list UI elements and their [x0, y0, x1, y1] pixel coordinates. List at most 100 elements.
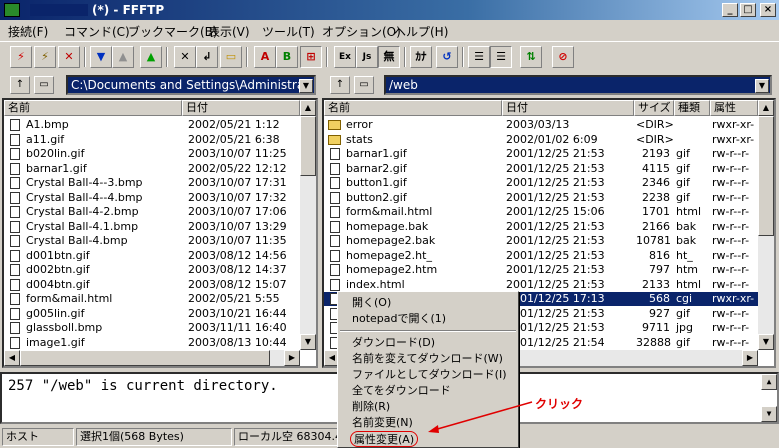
remote-file-row[interactable]: homepage2.htm 2001/12/25 21:53 797 htm rw-r-… [324, 263, 758, 277]
delete-icon[interactable]: ✕ [174, 46, 196, 68]
mirror-upload-icon[interactable]: ▲ [140, 46, 162, 68]
detail-view-icon[interactable]: ☰ [490, 46, 512, 68]
remote-file-row[interactable]: homepage.bak 2001/12/25 21:53 2166 bak rw-r-… [324, 220, 758, 234]
disconnect-icon[interactable]: ✕ [58, 46, 80, 68]
rename-icon[interactable]: ↲ [196, 46, 218, 68]
local-file-row[interactable]: b020lin.gif 2003/10/07 11:25 [4, 147, 300, 161]
menu-command[interactable]: コマンド(C) [64, 23, 130, 40]
remote-col-name[interactable]: 名前 [324, 100, 502, 116]
local-file-row[interactable]: Crystal Ball-4.bmp 2003/10/07 11:35 [4, 234, 300, 248]
download-arrow-icon[interactable]: ▼ [90, 46, 112, 68]
mkdir-icon[interactable]: ▭ [220, 46, 242, 68]
remote-col-date[interactable]: 日付 [502, 100, 634, 116]
remote-file-row[interactable]: button2.gif 2001/12/25 21:53 2238 gif rw-r--… [324, 191, 758, 205]
local-file-row[interactable]: d004btn.gif 2003/08/12 15:07 [4, 278, 300, 292]
local-open-folder-icon[interactable]: ▭ [34, 76, 54, 94]
remote-vertical-scrollbar[interactable]: ▲ ▼ [758, 100, 774, 350]
scroll-thumb[interactable] [20, 350, 270, 366]
scroll-left-icon[interactable]: ◀ [4, 350, 20, 366]
list-view-icon[interactable]: ☰ [468, 46, 490, 68]
ascii-mode-icon[interactable]: A [254, 46, 276, 68]
binary-mode-icon[interactable]: B [276, 46, 298, 68]
remote-open-folder-icon[interactable]: ▭ [354, 76, 374, 94]
menu-item-delete[interactable]: 削除(R) [352, 399, 390, 415]
local-file-row[interactable]: Crystal Ball-4--4.bmp 2003/10/07 17:32 [4, 191, 300, 205]
jis-icon[interactable]: Js [356, 46, 378, 68]
auto-mode-icon[interactable]: ⊞ [300, 46, 322, 68]
file-date: 2002/05/22 12:12 [188, 161, 287, 175]
refresh-icon[interactable]: ↺ [436, 46, 458, 68]
local-file-row[interactable]: a11.gif 2002/05/21 6:38 [4, 133, 300, 147]
remote-col-size[interactable]: サイズ [634, 100, 674, 116]
minimize-button[interactable]: _ [722, 3, 738, 17]
upload-arrow-icon[interactable]: ▲ [112, 46, 134, 68]
local-horizontal-scrollbar[interactable]: ◀ ▶ [4, 350, 300, 366]
remote-file-row[interactable]: homepage2.ht_ 2001/12/25 21:53 816 ht_ rw-r-… [324, 249, 758, 263]
log-scroll-down-icon[interactable]: ▼ [761, 406, 777, 422]
scroll-down-icon[interactable]: ▼ [758, 334, 774, 350]
remote-file-row[interactable]: form&mail.html 2001/12/25 15:06 1701 html rw… [324, 205, 758, 219]
local-file-list[interactable]: 名前 日付 A1.bmp 2002/05/21 1:12 a11.gif 2002/0… [2, 98, 318, 368]
scroll-right-icon[interactable]: ▶ [284, 350, 300, 366]
local-file-row[interactable]: Crystal Ball-4-2.bmp 2003/10/07 17:06 [4, 205, 300, 219]
remote-file-row[interactable]: button1.gif 2001/12/25 21:53 2346 gif rw-r--… [324, 176, 758, 190]
local-file-row[interactable]: glassboll.bmp 2003/11/11 16:40 [4, 321, 300, 335]
quick-connect-icon[interactable]: ⚡ [34, 46, 56, 68]
local-col-date[interactable]: 日付 [182, 100, 300, 116]
scroll-down-icon[interactable]: ▼ [300, 334, 316, 350]
local-file-row[interactable]: g005lin.gif 2003/10/21 16:44 [4, 307, 300, 321]
local-file-row[interactable]: form&mail.html 2002/05/21 5:55 [4, 292, 300, 306]
remote-file-row[interactable]: error 2003/03/13 <DIR> rwxr-xr- [324, 118, 758, 132]
eucjp-icon[interactable]: Ex [334, 46, 356, 68]
log-scroll-up-icon[interactable]: ▲ [761, 374, 777, 390]
sync-folder-icon[interactable]: ⇅ [520, 46, 542, 68]
local-file-row[interactable]: A1.bmp 2002/05/21 1:12 [4, 118, 300, 132]
remote-col-type[interactable]: 種類 [674, 100, 710, 116]
remote-col-attr[interactable]: 属性 [710, 100, 758, 116]
local-file-row[interactable]: d001btn.gif 2003/08/12 14:56 [4, 249, 300, 263]
close-button[interactable]: × [760, 3, 776, 17]
local-vertical-scrollbar[interactable]: ▲ ▼ [300, 100, 316, 350]
menu-item-open-notepad[interactable]: notepadで開く(1) [352, 311, 446, 327]
local-file-row[interactable]: Crystal Ball-4.1.bmp 2003/10/07 13:29 [4, 220, 300, 234]
scroll-up-icon[interactable]: ▲ [758, 100, 774, 116]
remote-path-dropdown-icon[interactable]: ▼ [755, 79, 769, 93]
menu-item-download-as-file[interactable]: ファイルとしてダウンロード(I) [352, 367, 507, 383]
no-conversion-icon[interactable]: 無 [378, 46, 400, 68]
menu-item-download-all[interactable]: 全てをダウンロード [352, 383, 451, 399]
menu-bookmark[interactable]: ブックマーク(B) [128, 23, 218, 40]
connect-icon[interactable]: ⚡ [10, 46, 32, 68]
kana-conversion-icon[interactable]: ｶﾅ [410, 46, 432, 68]
scroll-thumb[interactable] [300, 116, 316, 176]
remote-file-row[interactable]: index.html 2001/12/25 21:53 2133 html rw-r--… [324, 278, 758, 292]
remote-file-row[interactable]: homepage2.bak 2001/12/25 21:53 10781 bak rw-… [324, 234, 758, 248]
remote-file-row[interactable]: stats 2002/01/02 6:09 <DIR> rwxr-xr- [324, 133, 758, 147]
scroll-right-icon[interactable]: ▶ [742, 350, 758, 366]
menu-options[interactable]: オプション(O) [322, 23, 401, 40]
menu-tools[interactable]: ツール(T) [262, 23, 315, 40]
menu-item-open[interactable]: 開く(O) [352, 295, 391, 311]
menu-item-rename[interactable]: 名前変更(N) [352, 415, 413, 431]
local-col-name[interactable]: 名前 [4, 100, 182, 116]
local-up-folder-icon[interactable]: ↑ [10, 76, 30, 94]
scroll-thumb[interactable] [758, 116, 774, 236]
menu-item-rename-download[interactable]: 名前を変えてダウンロード(W) [352, 351, 503, 367]
local-path-field[interactable]: C:\Documents and Settings\Administra ▼ [66, 75, 316, 95]
local-file-row[interactable]: image1.gif 2003/08/13 10:44 [4, 336, 300, 350]
local-file-row[interactable]: barnar1.gif 2002/05/22 12:12 [4, 162, 300, 176]
menu-help[interactable]: ヘルプ(H) [394, 23, 448, 40]
local-file-row[interactable]: Crystal Ball-4--3.bmp 2003/10/07 17:31 [4, 176, 300, 190]
maximize-button[interactable]: □ [740, 3, 756, 17]
menu-connect[interactable]: 接続(F) [8, 23, 48, 40]
remote-path-field[interactable]: /web ▼ [384, 75, 772, 95]
remote-up-folder-icon[interactable]: ↑ [330, 76, 350, 94]
stop-icon[interactable]: ⊘ [552, 46, 574, 68]
scroll-up-icon[interactable]: ▲ [300, 100, 316, 116]
menu-item-change-attributes[interactable]: 属性変更(A) [350, 431, 419, 447]
local-path-dropdown-icon[interactable]: ▼ [299, 79, 313, 93]
remote-file-row[interactable]: barnar1.gif 2001/12/25 21:53 2193 gif rw-r--… [324, 147, 758, 161]
remote-file-row[interactable]: barnar2.gif 2001/12/25 21:53 4115 gif rw-r--… [324, 162, 758, 176]
menu-item-download[interactable]: ダウンロード(D) [352, 335, 435, 351]
local-file-row[interactable]: d002btn.gif 2003/08/12 14:37 [4, 263, 300, 277]
menu-view[interactable]: 表示(V) [208, 23, 250, 40]
